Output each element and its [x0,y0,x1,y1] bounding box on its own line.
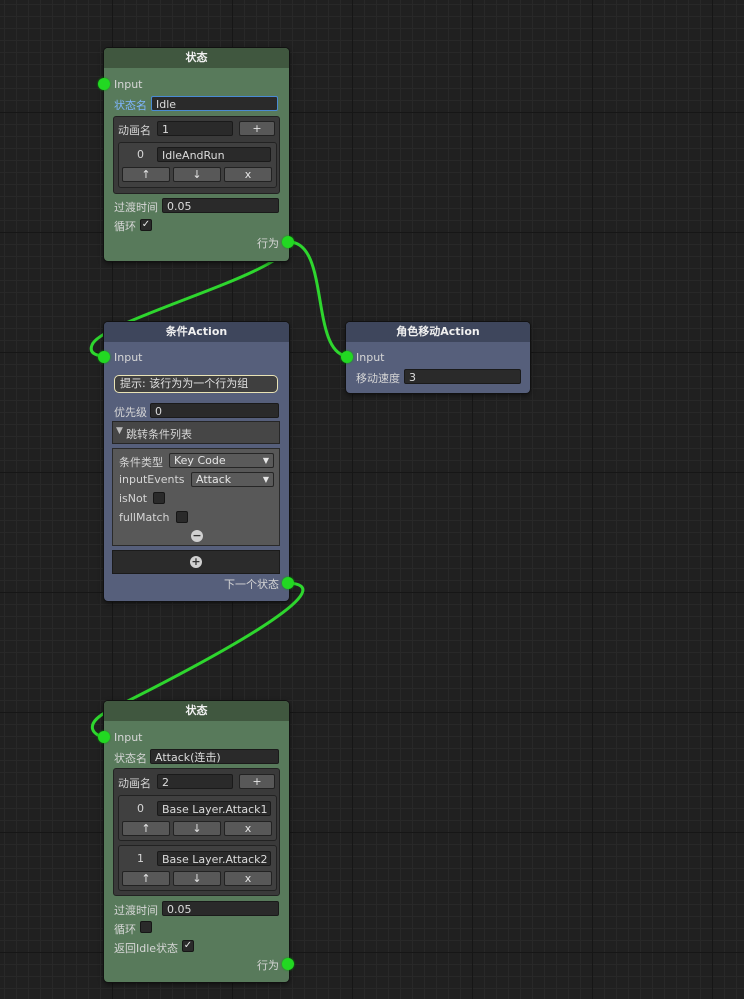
state-name-label: 状态名 [114,752,147,765]
input-events-label: inputEvents [119,473,185,486]
anim-item-field[interactable]: Base Layer.Attack1 [157,801,271,816]
state-node-attack[interactable]: 状态 Input 状态名 Attack(连击) 动画名 2 + 0 Base L… [98,701,294,982]
move-down-button[interactable]: ↓ [173,871,221,886]
node-title: 状态 [104,701,289,721]
wire-state1-to-move [287,240,347,358]
input-events-dropdown[interactable]: Attack ▼ [191,472,274,487]
transition-field[interactable]: 0.05 [162,901,279,916]
output-label: 行为 [257,959,279,972]
add-anim-button[interactable]: + [239,121,275,136]
add-condition-icon[interactable]: + [190,556,202,568]
input-label: Input [356,351,385,364]
move-up-button[interactable]: ↑ [122,167,170,182]
anim-item-field[interactable]: Base Layer.Attack2 [157,851,271,866]
output-port[interactable] [282,577,294,589]
state-name-label: 状态名 [114,99,147,112]
state-name-field[interactable]: Attack(连击) [150,749,279,764]
dropdown-value: Attack [196,473,232,486]
condition-action-node[interactable]: 条件Action Input 提示: 该行为为一个行为组 优先级 0 ▼ 跳转条… [98,322,294,601]
foldout-arrow-icon: ▼ [116,426,123,436]
node-title: 条件Action [104,322,289,342]
hint-box: 提示: 该行为为一个行为组 [114,375,278,393]
add-anim-button[interactable]: + [239,774,275,789]
dropdown-arrow-icon: ▼ [262,456,269,465]
dropdown-value: Key Code [174,454,226,467]
priority-label: 优先级 [114,406,147,419]
animation-list: 动画名 2 + 0 Base Layer.Attack1 ↑ ↓ x 1 Bas… [113,768,280,896]
output-label: 行为 [257,237,279,250]
transition-label: 过渡时间 [114,904,158,917]
anim-item-index: 1 [137,852,144,865]
transition-label: 过渡时间 [114,201,158,214]
input-port[interactable] [98,731,110,743]
dropdown-arrow-icon: ▼ [262,475,269,484]
anim-item: 1 Base Layer.Attack2 ↑ ↓ x [118,845,277,891]
animation-list: 动画名 1 + 0 IdleAndRun ↑ ↓ x [113,116,280,194]
input-port[interactable] [98,78,110,90]
anim-count-field[interactable]: 2 [157,774,233,789]
anim-name-label: 动画名 [118,777,151,790]
move-action-node[interactable]: 角色移动Action Input 移动速度 3 [341,322,530,393]
output-port[interactable] [282,236,294,248]
anim-name-label: 动画名 [118,124,151,137]
move-up-button[interactable]: ↑ [122,871,170,886]
anim-count-field[interactable]: 1 [157,121,233,136]
priority-field[interactable]: 0 [150,403,279,418]
anim-item: 0 IdleAndRun ↑ ↓ x [118,142,277,188]
input-port[interactable] [341,351,353,363]
add-condition-bar[interactable]: + [112,550,280,574]
move-down-button[interactable]: ↓ [173,167,221,182]
input-label: Input [114,351,143,364]
node-title: 状态 [104,48,289,68]
anim-item-index: 0 [137,148,144,161]
input-label: Input [114,731,143,744]
condition-type-label: 条件类型 [119,456,163,469]
state-node-idle[interactable]: 状态 Input 状态名 Idle 动画名 1 + 0 IdleAndRun ↑… [98,48,294,261]
loop-label: 循环 [114,923,136,936]
input-label: Input [114,78,143,91]
state-name-field[interactable]: Idle [151,96,278,111]
condition-type-dropdown[interactable]: Key Code ▼ [169,453,274,468]
remove-condition-icon[interactable]: − [191,530,203,542]
remove-item-button[interactable]: x [224,871,272,886]
move-down-button[interactable]: ↓ [173,821,221,836]
loop-checkbox[interactable]: ✓ [140,219,152,231]
full-match-label: fullMatch [119,511,170,524]
transition-field[interactable]: 0.05 [162,198,279,213]
move-speed-field[interactable]: 3 [404,369,521,384]
full-match-checkbox[interactable] [176,511,188,523]
anim-item-field[interactable]: IdleAndRun [157,147,271,162]
return-idle-checkbox[interactable]: ✓ [182,940,194,952]
remove-item-button[interactable]: x [224,821,272,836]
condition-list-foldout[interactable]: ▼ 跳转条件列表 [112,421,280,444]
output-label: 下一个状态 [224,578,279,591]
foldout-label: 跳转条件列表 [126,428,192,441]
return-idle-label: 返回Idle状态 [114,942,179,955]
move-up-button[interactable]: ↑ [122,821,170,836]
move-speed-label: 移动速度 [356,372,400,385]
anim-item-index: 0 [137,802,144,815]
condition-list: 条件类型 Key Code ▼ inputEvents Attack ▼ isNot… [112,448,280,546]
input-port[interactable] [98,351,110,363]
loop-checkbox[interactable] [140,921,152,933]
anim-item: 0 Base Layer.Attack1 ↑ ↓ x [118,795,277,841]
is-not-checkbox[interactable] [153,492,165,504]
remove-item-button[interactable]: x [224,167,272,182]
is-not-label: isNot [119,492,148,505]
loop-label: 循环 [114,220,136,233]
output-port[interactable] [282,958,294,970]
node-title: 角色移动Action [346,322,530,342]
